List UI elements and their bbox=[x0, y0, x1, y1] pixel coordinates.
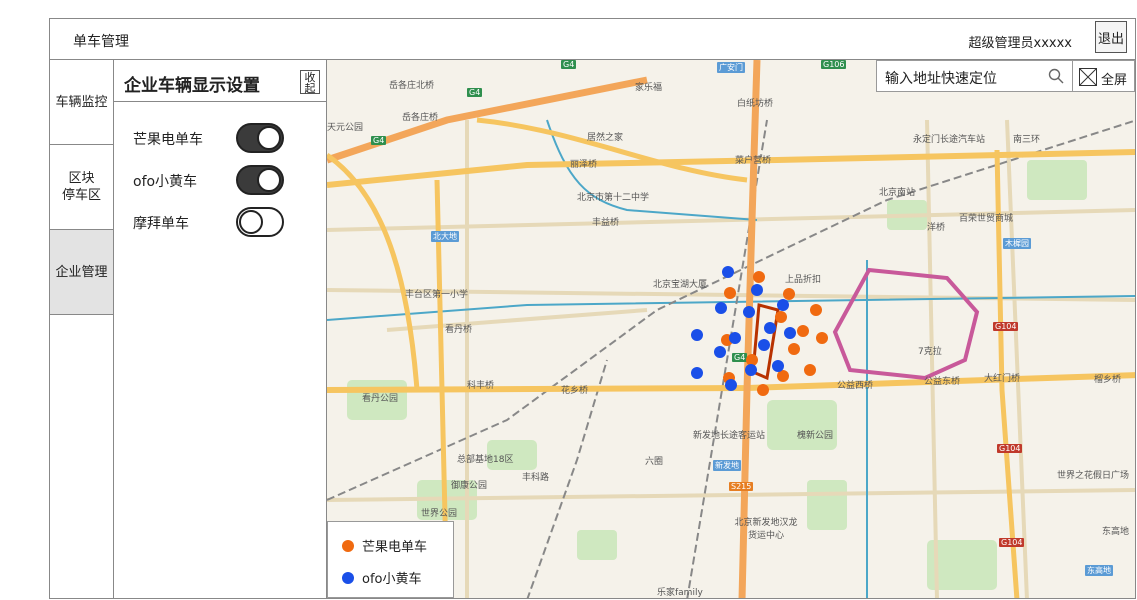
mango-bike-marker[interactable] bbox=[816, 332, 828, 344]
mango-bike-marker[interactable] bbox=[810, 304, 822, 316]
mango-toggle-switch[interactable] bbox=[236, 123, 284, 153]
search-input[interactable]: 输入地址快速定位 bbox=[885, 68, 997, 88]
ofo-bike-marker[interactable] bbox=[764, 322, 776, 334]
orange-dot-icon bbox=[342, 540, 354, 552]
switch-knob bbox=[239, 210, 263, 234]
ofo-bike-marker[interactable] bbox=[722, 266, 734, 278]
user-name: 超级管理员xxxxx bbox=[968, 36, 1072, 51]
ofo-bike-marker[interactable] bbox=[729, 332, 741, 344]
ofo-bike-marker[interactable] bbox=[751, 284, 763, 296]
toggle-label: 摩拜单车 bbox=[133, 216, 189, 232]
toggle-row-mango: 芒果电单车 bbox=[133, 122, 308, 154]
mango-bike-marker[interactable] bbox=[797, 325, 809, 337]
nav-item-parking-zone[interactable]: 区块 停车区 bbox=[50, 145, 113, 230]
ofo-bike-marker[interactable] bbox=[743, 306, 755, 318]
switch-knob bbox=[257, 126, 281, 150]
ofo-bike-marker[interactable] bbox=[725, 379, 737, 391]
ofo-bike-marker[interactable] bbox=[714, 346, 726, 358]
legend-item-ofo: ofo小黄车 bbox=[342, 568, 421, 587]
toggle-row-mobike: 摩拜单车 bbox=[133, 206, 308, 238]
nav-item-label: 企业管理 bbox=[55, 264, 108, 280]
ofo-bike-marker[interactable] bbox=[758, 339, 770, 351]
fullscreen-label: 全屏 bbox=[1101, 73, 1128, 88]
fullscreen-button[interactable]: 全屏 bbox=[1073, 60, 1135, 92]
legend-label: ofo小黄车 bbox=[362, 572, 422, 587]
toggle-label: 芒果电单车 bbox=[133, 132, 203, 148]
fullscreen-icon bbox=[1079, 68, 1097, 86]
app-title: 单车管理 bbox=[73, 34, 129, 50]
ofo-bike-marker[interactable] bbox=[691, 367, 703, 379]
logout-label: 退出 bbox=[1097, 31, 1124, 47]
mango-bike-marker[interactable] bbox=[753, 271, 765, 283]
mango-bike-marker[interactable] bbox=[775, 311, 787, 323]
bike-markers bbox=[691, 266, 828, 396]
mobike-toggle-switch[interactable] bbox=[236, 207, 284, 237]
nav-item-enterprise[interactable]: 企业管理 bbox=[50, 230, 113, 315]
mango-bike-marker[interactable] bbox=[788, 343, 800, 355]
settings-panel: 企业车辆显示设置 收起 芒果电单车 ofo小黄车 摩拜单车 bbox=[114, 60, 327, 598]
ofo-bike-marker[interactable] bbox=[784, 327, 796, 339]
map-view[interactable]: 岳各庄北桥 岳各庄桥 天元公园 家乐福 白纸坊桥 居然之家 丽泽桥 菜户营桥 北… bbox=[327, 60, 1135, 598]
legend-item-mango: 芒果电单车 bbox=[342, 536, 427, 555]
legend-label: 芒果电单车 bbox=[362, 540, 428, 555]
top-bar: 单车管理 超级管理员xxxxx 退出 bbox=[50, 19, 1135, 60]
nav-item-label: 区块 停车区 bbox=[61, 171, 101, 203]
blue-dot-icon bbox=[342, 572, 354, 584]
ofo-bike-marker[interactable] bbox=[772, 360, 784, 372]
ofo-bike-marker[interactable] bbox=[691, 329, 703, 341]
ofo-bike-marker[interactable] bbox=[715, 302, 727, 314]
ofo-toggle-switch[interactable] bbox=[236, 165, 284, 195]
address-search-box[interactable]: 输入地址快速定位 bbox=[876, 60, 1073, 92]
logout-button[interactable]: 退出 bbox=[1095, 21, 1127, 53]
toggle-row-ofo: ofo小黄车 bbox=[133, 164, 308, 196]
side-nav: 车辆监控 区块 停车区 企业管理 bbox=[50, 60, 114, 598]
search-icon[interactable] bbox=[1048, 68, 1064, 84]
mango-bike-marker[interactable] bbox=[757, 384, 769, 396]
nav-item-vehicle-monitor[interactable]: 车辆监控 bbox=[50, 60, 113, 145]
mango-bike-marker[interactable] bbox=[724, 287, 736, 299]
ofo-bike-marker[interactable] bbox=[745, 364, 757, 376]
switch-knob bbox=[257, 168, 281, 192]
mango-bike-marker[interactable] bbox=[804, 364, 816, 376]
panel-header: 企业车辆显示设置 收起 bbox=[114, 60, 326, 102]
app-frame: 单车管理 超级管理员xxxxx 退出 车辆监控 区块 停车区 企业管理 企业车辆… bbox=[49, 18, 1136, 599]
map-legend: 芒果电单车 ofo小黄车 bbox=[327, 521, 454, 598]
toggle-label: ofo小黄车 bbox=[133, 174, 198, 190]
nav-item-label: 车辆监控 bbox=[55, 94, 108, 110]
collapse-button[interactable]: 收起 bbox=[300, 70, 320, 94]
ofo-bike-marker[interactable] bbox=[777, 299, 789, 311]
mango-bike-marker[interactable] bbox=[783, 288, 795, 300]
panel-title: 企业车辆显示设置 bbox=[124, 76, 260, 96]
